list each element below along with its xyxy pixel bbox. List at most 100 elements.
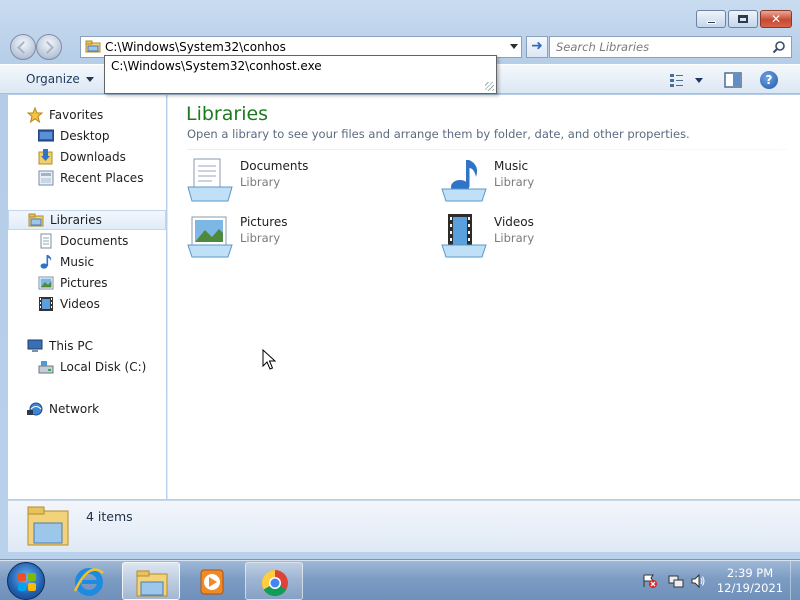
clock-time: 2:39 PM xyxy=(726,566,774,580)
show-desktop-button[interactable] xyxy=(790,561,800,600)
music-icon xyxy=(40,255,52,269)
caption-buttons: ✕ xyxy=(696,10,792,28)
taskbar-clock[interactable]: 2:39 PM 12/19/2021 xyxy=(714,566,786,596)
documents-icon xyxy=(40,233,52,249)
library-name: Music xyxy=(494,159,529,173)
pictures-icon xyxy=(38,276,54,290)
sidebar-item-downloads[interactable]: Downloads xyxy=(8,147,166,167)
explorer-window: ✕ ➜ Organize xyxy=(0,0,800,560)
page-subtitle: Open a library to see your files and arr… xyxy=(187,127,690,141)
action-center-icon[interactable] xyxy=(642,573,658,589)
taskbar-file-explorer[interactable] xyxy=(122,562,180,600)
sidebar-item-music[interactable]: Music xyxy=(8,252,166,272)
library-kind: Library xyxy=(494,231,535,245)
taskbar-chrome[interactable] xyxy=(245,562,303,600)
navigation-pane: Favorites Desktop Downloads Recent Place… xyxy=(8,95,166,499)
libraries-icon xyxy=(85,40,101,53)
library-kind: Library xyxy=(240,175,281,189)
network-status-icon[interactable] xyxy=(668,573,684,589)
library-item-music[interactable]: Music Library xyxy=(440,157,670,205)
volume-icon[interactable] xyxy=(690,573,706,589)
change-view-icon[interactable] xyxy=(668,72,704,88)
library-item-documents[interactable]: Documents Library xyxy=(186,157,416,205)
sidebar-item-documents[interactable]: Documents xyxy=(8,231,166,251)
search-input[interactable] xyxy=(556,38,766,56)
minimize-icon xyxy=(706,20,716,24)
start-button[interactable] xyxy=(7,562,45,600)
internet-explorer-icon xyxy=(73,568,104,596)
preview-pane-icon[interactable] xyxy=(724,72,742,88)
taskbar-media-player[interactable] xyxy=(183,562,241,600)
back-arrow-icon xyxy=(17,41,30,54)
address-history-dropdown-icon[interactable] xyxy=(510,44,518,49)
library-item-videos[interactable]: Videos Library xyxy=(440,213,670,261)
back-button[interactable] xyxy=(10,34,36,60)
music-library-icon xyxy=(441,160,487,202)
network-icon xyxy=(27,402,43,416)
libraries-icon xyxy=(28,213,44,227)
videos-icon xyxy=(39,297,53,311)
library-name: Documents xyxy=(240,159,309,173)
star-icon xyxy=(27,107,43,123)
search-icon[interactable] xyxy=(772,40,786,54)
sidebar-item-local-disk[interactable]: Local Disk (C:) xyxy=(8,357,166,377)
mouse-cursor-icon xyxy=(262,349,276,370)
windows-logo-icon xyxy=(18,573,36,591)
sidebar-item-label: Network xyxy=(49,402,100,416)
content-pane: Libraries Open a library to see your fil… xyxy=(167,95,800,499)
sidebar-item-pictures[interactable]: Pictures xyxy=(8,273,166,293)
taskbar: 2:39 PM 12/19/2021 xyxy=(0,560,800,600)
help-button[interactable]: ? xyxy=(760,71,778,89)
downloads-icon xyxy=(38,149,53,165)
address-autocomplete-popup: C:\Windows\System32\conhost.exe xyxy=(104,55,497,94)
sidebar-item-recent-places[interactable]: Recent Places xyxy=(8,168,166,188)
help-icon: ? xyxy=(765,73,773,87)
library-kind: Library xyxy=(240,231,281,245)
library-item-pictures[interactable]: Pictures Library xyxy=(186,213,416,261)
taskbar-internet-explorer[interactable] xyxy=(60,562,118,600)
sidebar-item-label: This PC xyxy=(49,339,93,353)
autocomplete-suggestion[interactable]: C:\Windows\System32\conhost.exe xyxy=(111,59,322,73)
page-title: Libraries xyxy=(186,103,269,125)
pictures-library-icon xyxy=(187,216,233,258)
library-name: Videos xyxy=(494,215,534,229)
computer-icon xyxy=(27,339,43,352)
details-pane: 4 items xyxy=(8,500,800,552)
sidebar-item-label: Documents xyxy=(60,234,129,248)
clock-date: 12/19/2021 xyxy=(716,581,784,595)
divider xyxy=(187,149,787,150)
documents-library-icon xyxy=(187,158,233,202)
organize-label: Organize xyxy=(26,72,80,86)
minimize-button[interactable] xyxy=(696,10,726,28)
videos-library-icon xyxy=(441,214,487,258)
sidebar-item-label: Downloads xyxy=(60,150,126,164)
close-icon: ✕ xyxy=(770,12,782,26)
close-button[interactable]: ✕ xyxy=(760,10,792,28)
sidebar-item-label: Music xyxy=(60,255,95,269)
resize-grip-icon[interactable] xyxy=(485,82,494,91)
go-button[interactable]: ➜ xyxy=(526,36,548,58)
sidebar-item-label: Libraries xyxy=(50,213,102,227)
sidebar-item-network[interactable]: Network xyxy=(8,399,166,419)
recent-places-icon xyxy=(38,170,54,186)
maximize-icon xyxy=(738,15,748,23)
maximize-button[interactable] xyxy=(728,10,758,28)
sidebar-item-this-pc[interactable]: This PC xyxy=(8,336,166,356)
local-disk-icon xyxy=(38,361,54,374)
address-input[interactable] xyxy=(105,38,500,56)
forward-arrow-icon xyxy=(41,41,54,54)
desktop-icon xyxy=(38,129,54,142)
sidebar-item-favorites[interactable]: Favorites xyxy=(8,105,166,125)
organize-menu[interactable]: Organize xyxy=(26,72,94,86)
sidebar-item-label: Desktop xyxy=(60,129,110,143)
sidebar-item-libraries[interactable]: Libraries xyxy=(8,210,166,230)
media-player-icon xyxy=(200,569,224,595)
sidebar-item-label: Recent Places xyxy=(60,171,144,185)
sidebar-item-desktop[interactable]: Desktop xyxy=(8,126,166,146)
file-explorer-icon xyxy=(136,570,168,597)
forward-button[interactable] xyxy=(36,34,62,60)
sidebar-item-videos[interactable]: Videos xyxy=(8,294,166,314)
sidebar-item-label: Favorites xyxy=(49,108,104,122)
search-box[interactable] xyxy=(549,36,792,58)
library-name: Pictures xyxy=(240,215,288,229)
